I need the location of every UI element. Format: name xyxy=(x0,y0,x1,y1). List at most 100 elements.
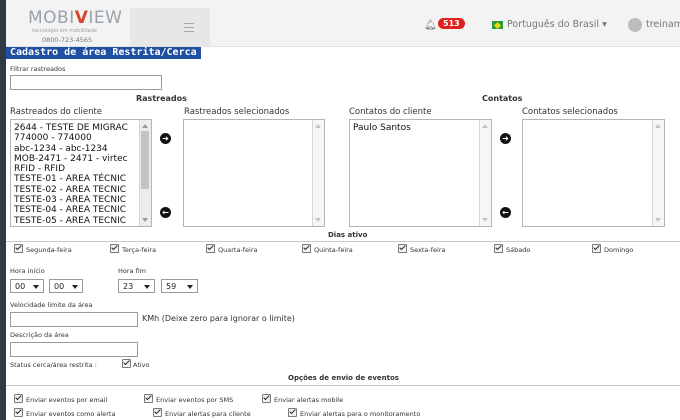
day-label: Quarta-feira xyxy=(218,246,258,254)
day-checkbox-3[interactable] xyxy=(302,244,311,253)
scroll-down-arrow-icon[interactable] xyxy=(655,218,661,222)
list-scrollbar[interactable] xyxy=(312,120,324,226)
list-scrollbar[interactable] xyxy=(139,120,151,226)
enviar-alertas-monitoramento-checkbox[interactable] xyxy=(288,408,297,417)
logo-phone: 0800-723-4565 xyxy=(42,36,93,44)
enviar-alertas-cliente-checkbox[interactable] xyxy=(153,408,162,417)
contatos-cliente-item[interactable]: Paulo Santos xyxy=(353,123,411,133)
enviar-alertas-cliente-label: Enviar alertas para cliente xyxy=(165,410,251,418)
rastreado-list-item[interactable]: RFID - RFID xyxy=(14,164,128,174)
day-checkbox-6[interactable] xyxy=(592,244,601,253)
velocidade-label: Velocidade limite da área xyxy=(10,301,93,309)
enviar-eventos-sms-label: Enviar eventos por SMS xyxy=(156,396,234,404)
chevron-down-icon xyxy=(187,285,193,289)
rastreado-list-item[interactable]: TESTE-01 - AREA TÉCNIC xyxy=(14,174,128,184)
contatos-cliente-label: Contatos do cliente xyxy=(349,107,432,117)
brazil-flag-icon xyxy=(492,21,503,29)
filter-label: Filtrar rastreados xyxy=(10,65,66,73)
velocidade-hint: KMh (Deixe zero para ignorar o limite) xyxy=(142,314,295,323)
scroll-up-arrow-icon[interactable] xyxy=(142,124,148,128)
page-title: Cadastro de área Restrita/Cerca xyxy=(6,47,201,59)
user-avatar[interactable] xyxy=(628,18,642,32)
enviar-eventos-sms-checkbox[interactable] xyxy=(144,394,153,403)
notification-count-badge[interactable]: 513 xyxy=(438,18,465,29)
logo-tagline: tecnologia em mobilidade xyxy=(32,28,97,34)
hora-inicio-hour-select[interactable]: 00 xyxy=(10,279,44,293)
rastreado-list-item[interactable]: TESTE-03 - AREA TECNIC xyxy=(14,195,128,205)
add-rastreado-arrow-button[interactable]: ➜ xyxy=(160,133,171,144)
scroll-down-arrow-icon[interactable] xyxy=(482,218,488,222)
divider xyxy=(6,241,680,242)
hora-fim-hour-select[interactable]: 23 xyxy=(118,279,155,293)
rastreado-list-item[interactable]: MOB-2471 - 2471 - virtec xyxy=(14,154,128,164)
contatos-section-title: Contatos xyxy=(482,94,523,103)
rastreados-selecionados-label: Rastreados selecionados xyxy=(184,107,290,117)
user-name[interactable]: treinam xyxy=(646,19,680,30)
rastreado-list-item[interactable]: abc-1234 - abc-1234 xyxy=(14,144,128,154)
rastreados-cliente-items: 2644 - TESTE DE MIGRAC 774000 - 774000 abc… xyxy=(14,123,128,226)
rastreado-list-item[interactable]: 2644 - TESTE DE MIGRAC xyxy=(14,123,128,133)
status-label: Status cerca/área restrita : xyxy=(10,361,97,369)
language-selector[interactable]: Português do Brasil ▾ xyxy=(507,19,607,30)
status-ativo-checkbox[interactable] xyxy=(122,359,131,368)
list-scrollbar[interactable] xyxy=(479,120,491,226)
hora-fim-hour-value: 23 xyxy=(123,282,134,291)
menu-toggle-button[interactable] xyxy=(130,8,210,46)
hora-inicio-label: Hora início xyxy=(10,267,45,275)
hora-fim-label: Hora fim xyxy=(118,267,147,275)
scroll-up-arrow-icon[interactable] xyxy=(655,124,661,128)
company-logo[interactable]: MOBIVIEW tecnologia em mobilidade 0800-7… xyxy=(24,6,122,44)
day-checkbox-5[interactable] xyxy=(494,244,503,253)
rastreado-list-item[interactable]: TESTE-04 - AREA TECNIC xyxy=(14,205,128,215)
rastreado-list-item[interactable]: TESTE-02 - AREA TECNIC xyxy=(14,185,128,195)
enviar-eventos-alerta-checkbox[interactable] xyxy=(14,408,23,417)
day-checkbox-2[interactable] xyxy=(206,244,215,253)
day-checkbox-4[interactable] xyxy=(398,244,407,253)
day-label: Domingo xyxy=(604,246,634,254)
velocidade-input[interactable] xyxy=(10,312,138,327)
rastreado-list-item[interactable]: TESTE-05 - AREA TECNIC xyxy=(14,216,128,226)
scroll-down-arrow-icon[interactable] xyxy=(315,218,321,222)
day-label: Terça-feira xyxy=(122,246,157,254)
enviar-eventos-email-checkbox[interactable] xyxy=(14,394,23,403)
logo-wordmark: MOBIVIEW xyxy=(28,8,123,28)
scroll-up-arrow-icon[interactable] xyxy=(482,124,488,128)
status-ativo-label: Ativo xyxy=(133,361,150,369)
rastreados-cliente-label: Rastreados do cliente xyxy=(10,107,103,117)
day-label: Sábado xyxy=(506,246,531,254)
bell-icon[interactable]: 🔔︎ xyxy=(424,20,437,31)
hora-fim-minute-value: 59 xyxy=(166,282,177,291)
list-scrollbar[interactable] xyxy=(652,120,664,226)
day-label: Quinta-feira xyxy=(314,246,353,254)
hora-inicio-hour-value: 00 xyxy=(15,282,26,291)
divider xyxy=(6,385,680,386)
add-contato-arrow-button[interactable]: ➜ xyxy=(500,133,511,144)
filter-input[interactable] xyxy=(10,75,162,90)
page: MOBIVIEW tecnologia em mobilidade 0800-7… xyxy=(6,0,680,420)
contato-name[interactable]: Paulo Santos xyxy=(353,123,411,133)
enviar-alertas-mobile-label: Enviar alertas mobile xyxy=(274,396,344,404)
hora-fim-minute-select[interactable]: 59 xyxy=(161,279,198,293)
remove-rastreado-arrow-button[interactable]: ← xyxy=(160,207,171,218)
rastreados-selecionados-list[interactable] xyxy=(183,119,325,227)
rastreados-section-title: Rastreados xyxy=(136,94,187,103)
contatos-cliente-list[interactable]: Paulo Santos xyxy=(349,119,492,227)
hora-inicio-minute-select[interactable]: 00 xyxy=(49,279,83,293)
descricao-input[interactable] xyxy=(10,342,138,357)
scroll-down-arrow-icon[interactable] xyxy=(142,218,148,222)
rastreado-list-item[interactable]: 774000 - 774000 xyxy=(14,133,128,143)
enviar-eventos-email-label: Enviar eventos por email xyxy=(26,396,108,404)
contatos-selecionados-label: Contatos selecionados xyxy=(522,107,618,117)
rastreados-cliente-list[interactable]: 2644 - TESTE DE MIGRAC 774000 - 774000 abc… xyxy=(10,119,152,227)
remove-contato-arrow-button[interactable]: ← xyxy=(500,207,511,218)
day-checkbox-0[interactable] xyxy=(14,244,23,253)
scroll-up-arrow-icon[interactable] xyxy=(315,124,321,128)
day-label: Segunda-feira xyxy=(26,246,72,254)
scroll-thumb[interactable] xyxy=(141,131,149,189)
enviar-alertas-mobile-checkbox[interactable] xyxy=(262,394,271,403)
day-label: Sexta-feira xyxy=(410,246,446,254)
chevron-down-icon xyxy=(33,285,39,289)
top-bar: MOBIVIEW tecnologia em mobilidade 0800-7… xyxy=(6,0,680,47)
day-checkbox-1[interactable] xyxy=(110,244,119,253)
contatos-selecionados-list[interactable] xyxy=(522,119,665,227)
